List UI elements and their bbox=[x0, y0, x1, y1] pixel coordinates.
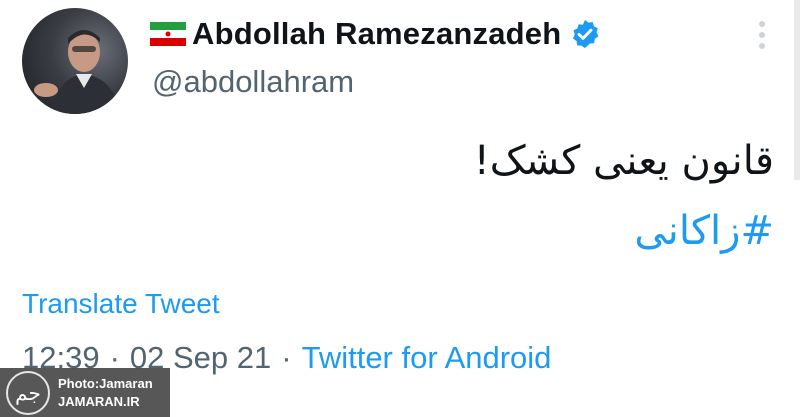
display-name[interactable]: Abdollah Ramezanzadeh bbox=[192, 16, 561, 52]
more-options-icon[interactable] bbox=[752, 18, 772, 52]
verified-badge-icon bbox=[569, 18, 601, 50]
hashtag-link[interactable]: #زاکانی bbox=[634, 208, 774, 254]
watermark-site: JAMARAN.IR bbox=[58, 393, 140, 409]
scrollbar-edge bbox=[794, 0, 800, 180]
watermark-text: Photo:Jamaran JAMARAN.IR bbox=[58, 375, 153, 411]
iran-flag-icon bbox=[150, 22, 186, 46]
watermark-photo-credit: Photo:Jamaran bbox=[58, 375, 153, 391]
name-row: Abdollah Ramezanzadeh bbox=[150, 14, 601, 54]
profile-photo bbox=[34, 30, 120, 114]
tweet-source-link[interactable]: Twitter for Android bbox=[302, 340, 552, 376]
tweet-text: قانون یعنی کشک! bbox=[473, 138, 774, 184]
avatar[interactable] bbox=[22, 8, 128, 114]
tweet-card: Abdollah Ramezanzadeh @abdollahram قانون… bbox=[0, 0, 800, 417]
jamaran-logo: جم bbox=[6, 370, 50, 415]
watermark: جم Photo:Jamaran JAMARAN.IR bbox=[0, 368, 170, 417]
separator-dot: · bbox=[281, 340, 292, 375]
translate-tweet-link[interactable]: Translate Tweet bbox=[22, 288, 220, 320]
user-handle[interactable]: @abdollahram bbox=[152, 64, 354, 100]
